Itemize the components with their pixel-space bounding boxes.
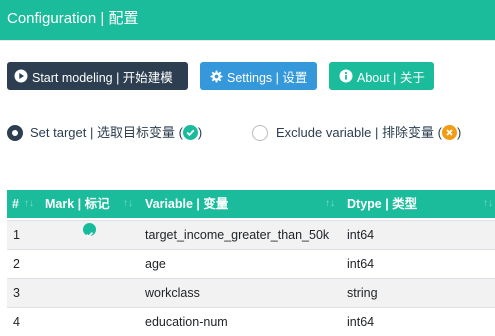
table-row[interactable]: 1 target_income_greater_than_50k int64 <box>7 220 495 249</box>
row-number: 2 <box>13 257 20 271</box>
info-circle-icon <box>339 69 353 83</box>
sort-icon[interactable]: ↑↓ <box>325 190 335 218</box>
table-header: # ↑↓ Mark | 标记 ↑↓ Variable | 变量 ↑↓ Dtype… <box>7 190 495 218</box>
set-target-radio[interactable] <box>7 125 23 141</box>
row-variable: education-num <box>145 315 228 329</box>
about-label: About | 关于 <box>357 70 425 85</box>
sort-icon[interactable]: ↑↓ <box>24 190 34 218</box>
exclude-variable-label: Exclude variable | 排除变量 ( <box>276 125 442 140</box>
table-row[interactable]: 3 workclass string <box>7 278 495 307</box>
row-variable: target_income_greater_than_50k <box>145 228 330 242</box>
table-row[interactable]: 4 education-num int64 <box>7 307 495 336</box>
sort-icon[interactable]: ↑↓ <box>483 190 493 218</box>
page-title: Configuration | 配置 <box>7 10 139 27</box>
row-number: 3 <box>13 286 20 300</box>
set-target-suffix: ) <box>197 125 203 140</box>
row-variable: workclass <box>145 286 200 300</box>
row-number: 1 <box>13 228 20 242</box>
exclude-variable-option[interactable]: Exclude variable | 排除变量 () <box>276 122 461 144</box>
column-header-variable[interactable]: Variable | 变量 <box>145 190 228 218</box>
check-circle-icon <box>182 125 198 140</box>
row-number: 4 <box>13 315 20 329</box>
exclude-variable-radio[interactable] <box>252 125 268 141</box>
row-dtype: int64 <box>347 315 375 329</box>
about-button[interactable]: About | 关于 <box>329 62 434 90</box>
play-circle-icon <box>14 69 28 83</box>
row-dtype: int64 <box>347 257 375 271</box>
settings-label: Settings | 设置 <box>227 70 308 85</box>
table-row[interactable]: 2 age int64 <box>7 249 495 278</box>
check-circle-icon <box>83 223 96 238</box>
set-target-option[interactable]: Set target | 选取目标变量 () <box>30 122 202 144</box>
sort-icon[interactable]: ↑↓ <box>123 190 133 218</box>
row-dtype: string <box>347 286 378 300</box>
header-divider <box>0 40 495 41</box>
set-target-label: Set target | 选取目标变量 ( <box>30 125 183 140</box>
row-mark <box>83 221 96 249</box>
gear-icon <box>210 69 223 83</box>
row-dtype: int64 <box>347 228 375 242</box>
app-header: Configuration | 配置 <box>0 0 495 40</box>
column-header-number[interactable]: # <box>12 190 19 218</box>
column-header-mark[interactable]: Mark | 标记 <box>45 190 110 218</box>
x-circle-icon <box>441 125 457 140</box>
start-modeling-button[interactable]: Start modeling | 开始建模 <box>7 62 188 90</box>
settings-button[interactable]: Settings | 设置 <box>200 62 317 90</box>
column-header-dtype[interactable]: Dtype | 类型 <box>347 190 417 218</box>
start-modeling-label: Start modeling | 开始建模 <box>32 70 173 85</box>
row-variable: age <box>145 257 166 271</box>
exclude-variable-suffix: ) <box>456 125 462 140</box>
